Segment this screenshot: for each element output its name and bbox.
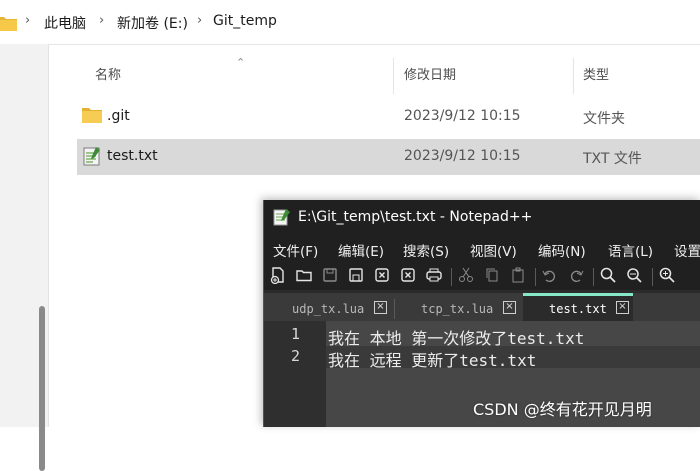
chevron-right-icon: ›	[99, 13, 105, 28]
chevron-right-icon: ›	[197, 13, 203, 28]
print-icon[interactable]	[425, 266, 445, 286]
undo-icon[interactable]	[541, 266, 561, 286]
close-file-icon[interactable]	[373, 266, 393, 286]
navigation-scrollbar[interactable]	[39, 306, 45, 471]
close-icon[interactable]: ×	[374, 301, 387, 314]
pane-divider	[48, 44, 49, 427]
menu-language[interactable]: 语言(L)	[608, 240, 653, 260]
file-name: test.txt	[107, 148, 158, 164]
address-bar[interactable]: › 此电脑 › 新加卷 (E:) › Git_temp	[0, 0, 700, 45]
replace-icon[interactable]	[625, 266, 645, 286]
column-divider[interactable]	[573, 58, 574, 94]
column-header-date[interactable]: 修改日期	[404, 64, 456, 83]
menu-bar: 文件(F) 编辑(E) 搜索(S) 视图(V) 编码(N) 语言(L) 设置	[264, 236, 700, 262]
redo-icon[interactable]	[567, 266, 587, 286]
file-date: 2023/9/12 10:15	[404, 148, 521, 164]
navigation-pane	[0, 44, 48, 471]
column-divider[interactable]	[393, 58, 394, 94]
menu-view[interactable]: 视图(V)	[470, 240, 517, 260]
save-icon[interactable]	[321, 266, 341, 286]
tab-udp-tx-lua[interactable]: udp_tx.lua ×	[292, 296, 392, 321]
paste-icon[interactable]	[509, 266, 529, 286]
tab-label: tcp_tx.lua	[421, 302, 494, 316]
close-all-icon[interactable]	[399, 266, 419, 286]
line-number: 2	[290, 347, 300, 365]
new-file-icon[interactable]	[269, 266, 289, 286]
csdn-watermark: CSDN @终有花开见月明	[473, 400, 652, 419]
breadcrumb-git-temp[interactable]: Git_temp	[213, 13, 277, 29]
code-line-current: 我在 远程 更新了test.txt	[326, 346, 700, 370]
title-bar[interactable]: E:\Git_temp\test.txt - Notepad++	[264, 200, 700, 236]
file-name: .git	[107, 108, 130, 124]
line-number: 1	[290, 325, 300, 343]
tab-label: udp_tx.lua	[292, 302, 365, 316]
window-title: E:\Git_temp\test.txt - Notepad++	[298, 209, 533, 225]
code-line: 我在 本地 第一次修改了test.txt	[326, 324, 700, 348]
sort-ascending-icon: ⌃	[236, 56, 246, 69]
active-tab-indicator	[523, 293, 633, 296]
tab-test-txt[interactable]: test.txt ×	[523, 293, 633, 321]
menu-file[interactable]: 文件(F)	[273, 240, 318, 260]
file-type: 文件夹	[583, 111, 625, 127]
breadcrumb-this-pc[interactable]: 此电脑	[44, 13, 86, 33]
menu-edit[interactable]: 编辑(E)	[338, 240, 384, 260]
toolbar-divider	[652, 268, 653, 286]
toolbar-divider	[451, 268, 452, 286]
file-date: 2023/9/12 10:15	[404, 108, 521, 124]
menu-settings[interactable]: 设置	[674, 240, 700, 260]
menu-search[interactable]: 搜索(S)	[403, 240, 449, 260]
folder-icon	[0, 15, 17, 35]
toolbar	[264, 262, 700, 290]
file-type: TXT 文件	[583, 151, 642, 167]
file-row-test-txt[interactable]: test.txt 2023/9/12 10:15 TXT 文件	[77, 139, 700, 175]
tab-divider	[394, 299, 395, 319]
tab-label: test.txt	[549, 302, 607, 316]
notepad-app-icon	[273, 208, 291, 230]
open-folder-icon[interactable]	[295, 266, 315, 286]
text-file-icon	[82, 146, 102, 170]
line-number-gutter: 1 2	[264, 321, 326, 427]
tab-tcp-tx-lua[interactable]: tcp_tx.lua ×	[421, 296, 521, 321]
save-all-icon[interactable]	[347, 266, 367, 286]
file-row-git[interactable]: .git 2023/9/12 10:15 文件夹	[77, 99, 700, 135]
find-icon[interactable]	[599, 266, 619, 286]
folder-icon	[82, 106, 102, 127]
toolbar-divider	[593, 268, 594, 286]
tab-bar: udp_tx.lua × tcp_tx.lua × test.txt ×	[264, 293, 700, 321]
copy-icon[interactable]	[483, 266, 503, 286]
zoom-in-icon[interactable]	[658, 266, 678, 286]
close-icon[interactable]: ×	[616, 301, 629, 314]
column-header-name[interactable]: 名称	[95, 64, 121, 83]
code-line-text: 我在 远程 更新了test.txt	[328, 351, 537, 370]
cut-icon[interactable]	[457, 266, 477, 286]
toolbar-divider	[535, 268, 536, 286]
breadcrumb-drive-e[interactable]: 新加卷 (E:)	[117, 13, 188, 33]
notepad-window: E:\Git_temp\test.txt - Notepad++ 文件(F) 编…	[263, 200, 700, 427]
close-icon[interactable]: ×	[503, 301, 516, 314]
chevron-right-icon: ›	[25, 13, 31, 28]
menu-encoding[interactable]: 编码(N)	[538, 240, 586, 260]
column-header-type[interactable]: 类型	[583, 64, 609, 83]
